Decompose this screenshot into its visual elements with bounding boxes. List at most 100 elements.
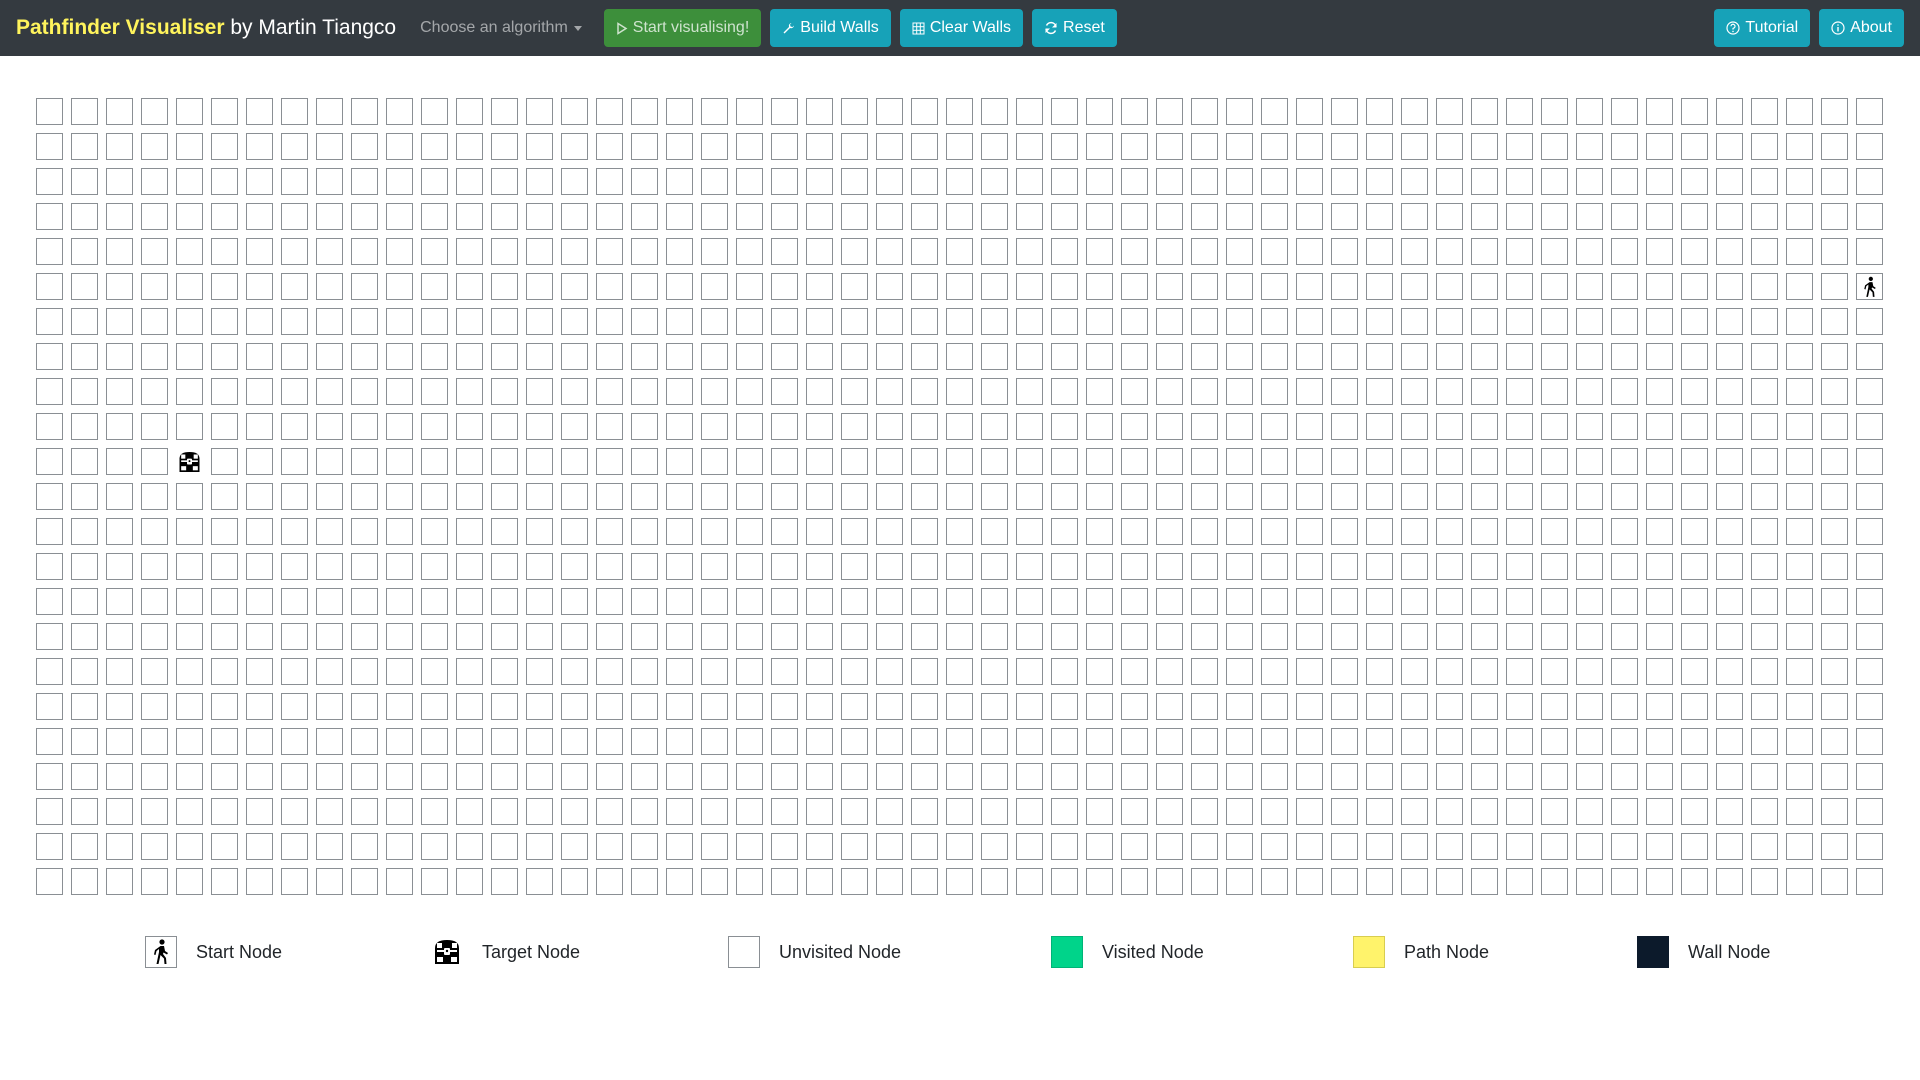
grid-cell[interactable]: [141, 623, 168, 650]
grid-cell[interactable]: [386, 518, 413, 545]
grid-cell[interactable]: [1716, 238, 1743, 265]
grid-cell[interactable]: [1856, 623, 1883, 650]
grid-cell[interactable]: [1051, 798, 1078, 825]
grid-cell[interactable]: [1646, 203, 1673, 230]
grid-cell[interactable]: [1646, 378, 1673, 405]
grid-cell[interactable]: [1296, 98, 1323, 125]
grid-cell[interactable]: [351, 98, 378, 125]
grid-cell[interactable]: [1716, 728, 1743, 755]
grid-cell[interactable]: [1261, 868, 1288, 895]
grid-cell[interactable]: [1016, 378, 1043, 405]
grid-cell[interactable]: [1716, 693, 1743, 720]
grid-cell[interactable]: [771, 448, 798, 475]
grid-cell[interactable]: [666, 588, 693, 615]
grid-cell[interactable]: [1646, 553, 1673, 580]
grid-cell[interactable]: [1296, 133, 1323, 160]
grid-cell[interactable]: [1856, 133, 1883, 160]
grid-cell[interactable]: [1786, 483, 1813, 510]
grid-cell[interactable]: [631, 343, 658, 370]
grid-cell[interactable]: [771, 518, 798, 545]
grid-cell[interactable]: [526, 98, 553, 125]
grid-cell[interactable]: [1331, 833, 1358, 860]
grid-cell[interactable]: [981, 168, 1008, 195]
grid-cell[interactable]: [596, 553, 623, 580]
grid-cell[interactable]: [1051, 588, 1078, 615]
grid-cell[interactable]: [1541, 658, 1568, 685]
grid-cell[interactable]: [1366, 308, 1393, 335]
grid-cell[interactable]: [1261, 553, 1288, 580]
grid-cell[interactable]: [1226, 343, 1253, 370]
grid-cell[interactable]: [1716, 588, 1743, 615]
grid-cell[interactable]: [666, 273, 693, 300]
grid-cell[interactable]: [71, 378, 98, 405]
grid-cell[interactable]: [1786, 588, 1813, 615]
grid-cell[interactable]: [1191, 763, 1218, 790]
grid-cell[interactable]: [981, 518, 1008, 545]
grid-cell[interactable]: [1716, 868, 1743, 895]
grid-cell[interactable]: [316, 238, 343, 265]
grid-cell[interactable]: [946, 728, 973, 755]
grid-cell[interactable]: [1086, 658, 1113, 685]
grid-cell[interactable]: [1681, 133, 1708, 160]
grid-cell[interactable]: [1681, 658, 1708, 685]
grid-cell[interactable]: [1681, 728, 1708, 755]
grid-cell[interactable]: [701, 728, 728, 755]
grid-cell[interactable]: [1506, 203, 1533, 230]
grid-cell[interactable]: [1751, 343, 1778, 370]
grid-cell[interactable]: [1016, 273, 1043, 300]
grid-cell[interactable]: [491, 378, 518, 405]
grid-cell[interactable]: [1471, 763, 1498, 790]
grid-cell[interactable]: [1296, 623, 1323, 650]
grid-cell[interactable]: [1051, 833, 1078, 860]
grid-cell[interactable]: [211, 693, 238, 720]
grid-cell[interactable]: [526, 623, 553, 650]
grid-cell[interactable]: [1681, 378, 1708, 405]
grid-cell[interactable]: [456, 763, 483, 790]
grid-cell[interactable]: [1261, 98, 1288, 125]
grid-cell[interactable]: [596, 273, 623, 300]
grid-cell[interactable]: [841, 553, 868, 580]
grid-cell[interactable]: [36, 448, 63, 475]
grid-cell[interactable]: [1121, 168, 1148, 195]
grid-cell[interactable]: [666, 518, 693, 545]
grid-cell[interactable]: [1751, 693, 1778, 720]
grid-cell[interactable]: [1611, 763, 1638, 790]
grid-cell[interactable]: [1331, 448, 1358, 475]
grid-cell[interactable]: [561, 483, 588, 510]
grid-cell[interactable]: [1331, 203, 1358, 230]
grid-cell[interactable]: [491, 273, 518, 300]
grid-cell[interactable]: [1646, 133, 1673, 160]
grid-cell[interactable]: [1156, 483, 1183, 510]
grid-cell[interactable]: [211, 798, 238, 825]
grid-cell[interactable]: [981, 588, 1008, 615]
grid-cell[interactable]: [526, 343, 553, 370]
grid-cell[interactable]: [1436, 868, 1463, 895]
grid-cell[interactable]: [106, 588, 133, 615]
grid-cell[interactable]: [246, 623, 273, 650]
grid-cell[interactable]: [1436, 98, 1463, 125]
grid-cell[interactable]: [1436, 483, 1463, 510]
grid-cell[interactable]: [456, 238, 483, 265]
grid-cell[interactable]: [1436, 378, 1463, 405]
grid-cell[interactable]: [1716, 833, 1743, 860]
grid-cell[interactable]: [1611, 133, 1638, 160]
grid-cell[interactable]: [946, 378, 973, 405]
grid-cell[interactable]: [456, 553, 483, 580]
grid-cell[interactable]: [316, 133, 343, 160]
grid-cell[interactable]: [1821, 763, 1848, 790]
grid-cell[interactable]: [1261, 133, 1288, 160]
grid-cell[interactable]: [1191, 273, 1218, 300]
grid-cell[interactable]: [631, 588, 658, 615]
grid-cell[interactable]: [1051, 413, 1078, 440]
grid-cell[interactable]: [1331, 868, 1358, 895]
grid-cell[interactable]: [281, 273, 308, 300]
grid-cell[interactable]: [316, 308, 343, 335]
grid-cell[interactable]: [1366, 413, 1393, 440]
grid-cell[interactable]: [211, 273, 238, 300]
grid-cell[interactable]: [946, 98, 973, 125]
grid-cell[interactable]: [106, 273, 133, 300]
grid-cell[interactable]: [911, 308, 938, 335]
grid-cell[interactable]: [1856, 763, 1883, 790]
grid-cell[interactable]: [351, 203, 378, 230]
grid-cell[interactable]: [1506, 693, 1533, 720]
